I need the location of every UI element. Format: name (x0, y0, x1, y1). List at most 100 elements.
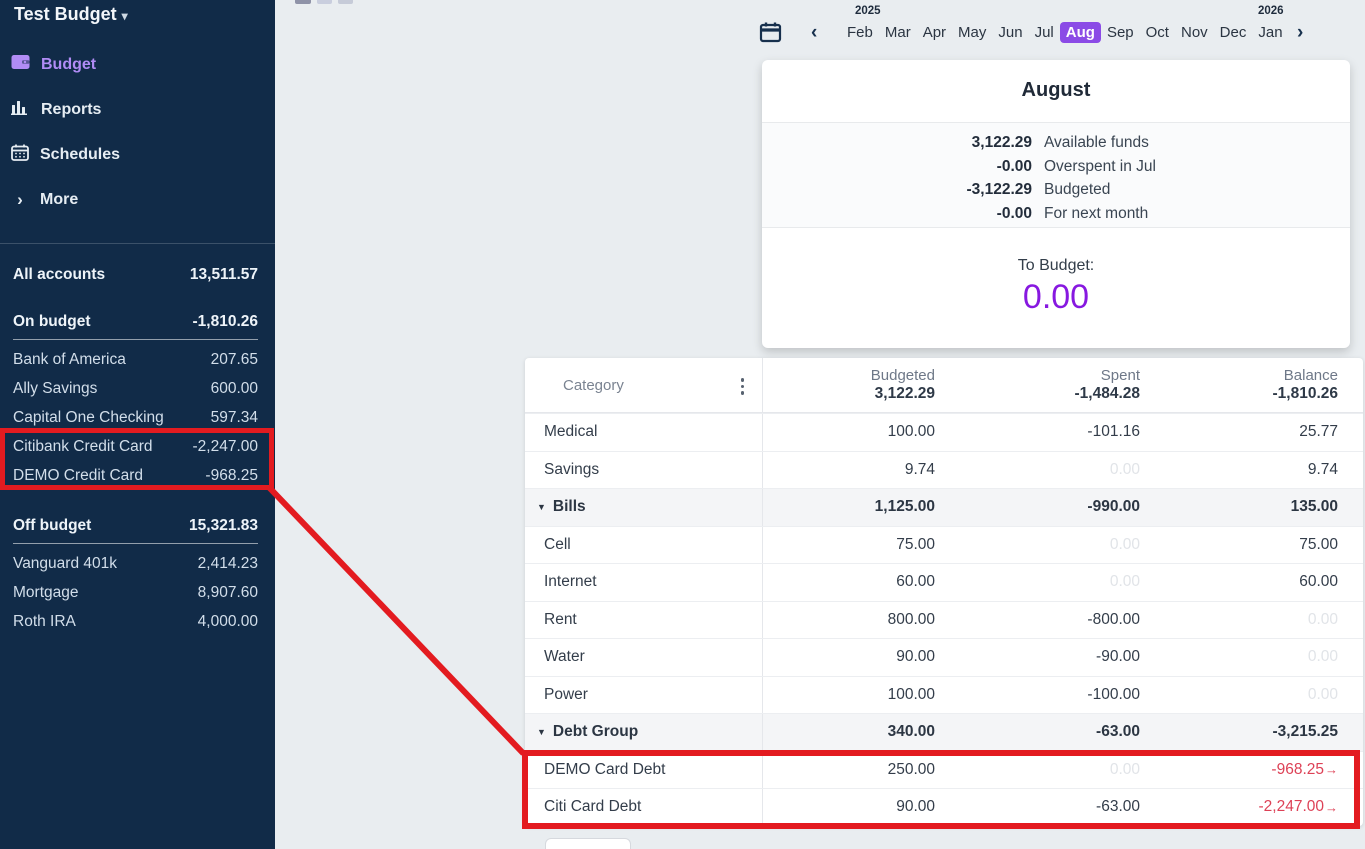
spent-cell[interactable]: -100.00 (948, 686, 1153, 704)
month-may[interactable]: May (952, 22, 992, 43)
balance-cell[interactable]: 25.77 (1153, 423, 1363, 441)
off-budget-row[interactable]: Off budget 15,321.83 (13, 515, 258, 537)
balance-cell[interactable]: 60.00 (1153, 573, 1363, 591)
table-row-cell[interactable]: Cell 75.00 0.00 75.00 (525, 526, 1363, 564)
budgeted-cell[interactable]: 60.00 (763, 573, 948, 591)
table-row-citi-card-debt[interactable]: Citi Card Debt 90.00 -63.00 -2,247.00→ (525, 788, 1363, 826)
year-label-right: 2026 (1258, 5, 1284, 17)
table-group-row-debt-group[interactable]: ▼ Debt Group 340.00 -63.00 -3,215.25 (525, 713, 1363, 751)
table-row-water[interactable]: Water 90.00 -90.00 0.00 (525, 638, 1363, 676)
budgeted-cell[interactable]: 250.00 (763, 761, 948, 779)
spent-cell[interactable]: 0.00 (948, 461, 1153, 479)
budgeted-cell[interactable]: 100.00 (763, 686, 948, 704)
calendar-picker-icon[interactable] (759, 21, 783, 45)
account-row-bank-of-america[interactable]: Bank of America 207.65 (13, 345, 258, 374)
spent-header-cell[interactable]: Spent -1,484.28 (948, 358, 1153, 412)
account-row-ally-savings[interactable]: Ally Savings 600.00 (13, 374, 258, 403)
category-name[interactable]: Citi Card Debt (525, 789, 763, 826)
add-group-button-clipped[interactable] (545, 838, 631, 849)
prev-month-icon[interactable]: ‹ (811, 22, 817, 44)
month-mar[interactable]: Mar (879, 22, 917, 43)
spent-total: -1,484.28 (1075, 385, 1141, 403)
account-row-mortgage[interactable]: Mortgage 8,907.60 (13, 578, 258, 607)
balance-cell[interactable]: 0.00 (1153, 611, 1363, 629)
spent-cell[interactable]: -63.00 (948, 798, 1153, 816)
account-row-vanguard-401k[interactable]: Vanguard 401k 2,414.23 (13, 549, 258, 578)
balance-header-cell[interactable]: Balance -1,810.26 (1153, 358, 1363, 412)
category-name[interactable]: Cell (525, 527, 763, 564)
account-row-roth-ira[interactable]: Roth IRA 4,000.00 (13, 607, 258, 636)
next-month-icon[interactable]: › (1297, 22, 1303, 44)
on-budget-row[interactable]: On budget -1,810.26 (13, 311, 258, 333)
spent-cell[interactable]: 0.00 (948, 761, 1153, 779)
budget-switcher[interactable]: Test Budget▾ (14, 4, 128, 25)
balance-cell[interactable]: 0.00 (1153, 648, 1363, 666)
spent-cell[interactable]: -101.16 (948, 423, 1153, 441)
budgeted-header-cell[interactable]: Budgeted 3,122.29 (763, 358, 948, 412)
balance-cell[interactable]: -968.25→ (1153, 761, 1363, 779)
spent-cell[interactable]: 0.00 (948, 536, 1153, 554)
month-aug-selected[interactable]: Aug (1060, 22, 1101, 43)
table-row-demo-card-debt[interactable]: DEMO Card Debt 250.00 0.00 -968.25→ (525, 751, 1363, 789)
collapse-triangle-icon[interactable]: ▼ (537, 727, 546, 737)
category-name[interactable]: Water (525, 639, 763, 676)
carryover-arrow-icon[interactable]: → (1325, 762, 1338, 777)
table-row-savings[interactable]: Savings 9.74 0.00 9.74 (525, 451, 1363, 489)
wallet-icon (11, 54, 30, 75)
all-accounts-row[interactable]: All accounts 13,511.57 (13, 264, 258, 286)
sidebar-item-more[interactable]: › More (0, 177, 275, 222)
category-menu-kebab-icon[interactable] (741, 378, 745, 395)
category-name[interactable]: DEMO Card Debt (525, 752, 763, 789)
budgeted-cell[interactable]: 9.74 (763, 461, 948, 479)
balance-cell[interactable]: 9.74 (1153, 461, 1363, 479)
month-jan[interactable]: Jan (1252, 22, 1288, 43)
account-row-demo-credit-card[interactable]: DEMO Credit Card -968.25 (13, 461, 258, 490)
carryover-arrow-icon[interactable]: → (1325, 800, 1338, 815)
table-row-power[interactable]: Power 100.00 -100.00 0.00 (525, 676, 1363, 714)
month-nov[interactable]: Nov (1175, 22, 1214, 43)
account-row-capital-one-checking[interactable]: Capital One Checking 597.34 (13, 403, 258, 432)
spent-cell: -990.00 (948, 498, 1153, 516)
month-oct[interactable]: Oct (1140, 22, 1175, 43)
collapse-triangle-icon[interactable]: ▼ (537, 502, 546, 512)
category-name[interactable]: Medical (525, 414, 763, 451)
sidebar-item-reports[interactable]: Reports (0, 87, 275, 132)
balance-cell[interactable]: 0.00 (1153, 686, 1363, 704)
account-balance: 4,000.00 (198, 613, 258, 631)
month-jun[interactable]: Jun (992, 22, 1028, 43)
budgeted-cell[interactable]: 75.00 (763, 536, 948, 554)
table-header: Category Budgeted 3,122.29 Spent -1,484.… (525, 358, 1363, 413)
to-budget-value[interactable]: 0.00 (762, 278, 1350, 317)
budgeted-cell: 1,125.00 (763, 498, 948, 516)
category-name[interactable]: Power (525, 677, 763, 714)
budgeted-cell: 340.00 (763, 723, 948, 741)
month-dec[interactable]: Dec (1214, 22, 1253, 43)
clipped-toolbar-element (338, 0, 353, 4)
table-row-internet[interactable]: Internet 60.00 0.00 60.00 (525, 563, 1363, 601)
budgeted-cell[interactable]: 90.00 (763, 798, 948, 816)
balance-cell[interactable]: -2,247.00→ (1153, 798, 1363, 816)
spent-cell[interactable]: -90.00 (948, 648, 1153, 666)
category-name[interactable]: Internet (525, 564, 763, 601)
budgeted-cell[interactable]: 100.00 (763, 423, 948, 441)
category-name[interactable]: Savings (525, 452, 763, 489)
spent-cell[interactable]: -800.00 (948, 611, 1153, 629)
sidebar-item-budget[interactable]: Budget (0, 42, 275, 87)
table-group-row-bills[interactable]: ▼ Bills 1,125.00 -990.00 135.00 (525, 488, 1363, 526)
balance-cell[interactable]: 75.00 (1153, 536, 1363, 554)
balance-header-label: Balance (1284, 367, 1338, 384)
spent-header-label: Spent (1101, 367, 1140, 384)
budgeted-cell[interactable]: 800.00 (763, 611, 948, 629)
bar-chart-icon (11, 99, 30, 120)
month-jul[interactable]: Jul (1029, 22, 1060, 43)
month-sep[interactable]: Sep (1101, 22, 1140, 43)
sidebar-item-schedules[interactable]: Schedules (0, 132, 275, 177)
account-row-citibank-credit-card[interactable]: Citibank Credit Card -2,247.00 (13, 432, 258, 461)
month-feb[interactable]: Feb (841, 22, 879, 43)
table-row-medical[interactable]: Medical 100.00 -101.16 25.77 (525, 413, 1363, 451)
budgeted-cell[interactable]: 90.00 (763, 648, 948, 666)
category-name[interactable]: Rent (525, 602, 763, 639)
spent-cell[interactable]: 0.00 (948, 573, 1153, 591)
table-row-rent[interactable]: Rent 800.00 -800.00 0.00 (525, 601, 1363, 639)
month-apr[interactable]: Apr (917, 22, 952, 43)
